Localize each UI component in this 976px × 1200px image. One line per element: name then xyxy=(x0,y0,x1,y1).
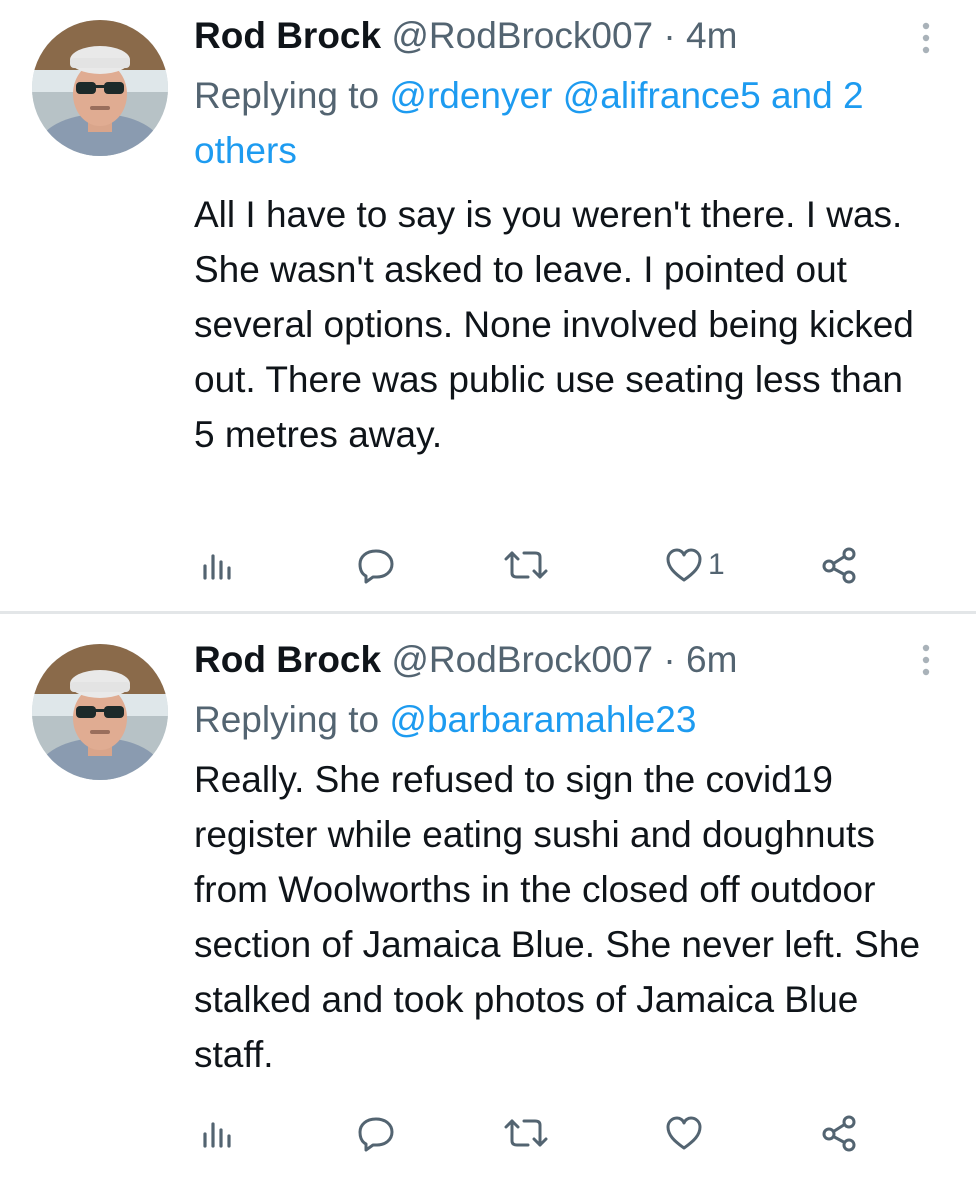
retweet-button[interactable] xyxy=(502,540,550,590)
tweet[interactable]: Rod Brock @RodBrock007 · 4m Replying to … xyxy=(0,0,976,612)
views-button[interactable] xyxy=(200,540,234,590)
timestamp[interactable]: 4m xyxy=(686,15,737,56)
heart-icon xyxy=(666,548,702,582)
replying-to: Replying to @barbaramahle23 xyxy=(194,692,946,747)
mention-link[interactable]: @rdenyer xyxy=(389,75,552,116)
share-button[interactable] xyxy=(820,540,860,590)
share-button[interactable] xyxy=(820,1108,860,1158)
separator: · xyxy=(663,15,676,56)
like-button[interactable] xyxy=(664,1108,704,1158)
avatar[interactable] xyxy=(32,644,168,780)
action-bar: 1 xyxy=(0,540,976,590)
avatar[interactable] xyxy=(32,20,168,156)
replying-to-label: Replying to xyxy=(194,75,380,116)
tweet-text: All I have to say is you weren't there. … xyxy=(194,194,914,455)
mention-link[interactable]: @alifrance5 xyxy=(563,75,761,116)
retweet-icon xyxy=(504,1119,548,1147)
tweet-text: Really. She refused to sign the covid19 … xyxy=(194,759,921,1075)
action-bar xyxy=(0,1108,976,1158)
views-icon xyxy=(203,554,231,580)
replying-to-label: Replying to xyxy=(194,699,380,740)
retweet-button[interactable] xyxy=(502,1108,550,1158)
more-options-icon[interactable] xyxy=(916,640,936,680)
tweet[interactable]: Rod Brock @RodBrock007 · 6m Replying to … xyxy=(0,614,976,1200)
views-button[interactable] xyxy=(200,1108,234,1158)
timestamp[interactable]: 6m xyxy=(686,639,737,680)
reply-icon xyxy=(358,1117,394,1152)
share-icon xyxy=(822,1115,856,1152)
heart-icon xyxy=(666,1116,702,1150)
tweet-header: Rod Brock @RodBrock007 · 4m xyxy=(194,14,737,58)
profile-photo-icon xyxy=(32,20,168,156)
author-handle[interactable]: @RodBrock007 xyxy=(391,639,653,680)
like-count: 1 xyxy=(708,548,725,581)
reply-icon xyxy=(358,549,394,584)
share-icon xyxy=(822,547,856,584)
views-icon xyxy=(203,1122,231,1148)
more-options-icon[interactable] xyxy=(916,18,936,58)
author-name[interactable]: Rod Brock xyxy=(194,15,381,56)
reply-button[interactable] xyxy=(356,1108,396,1158)
like-button[interactable]: 1 xyxy=(664,540,725,590)
replying-to: Replying to @rdenyer @alifrance5 and 2 o… xyxy=(194,68,946,178)
author-handle[interactable]: @RodBrock007 xyxy=(391,15,653,56)
mention-link[interactable]: @barbaramahle23 xyxy=(389,699,696,740)
profile-photo-icon xyxy=(32,644,168,780)
reply-button[interactable] xyxy=(356,540,396,590)
tweet-header: Rod Brock @RodBrock007 · 6m xyxy=(194,638,737,682)
retweet-icon xyxy=(504,551,548,579)
author-name[interactable]: Rod Brock xyxy=(194,639,381,680)
separator: · xyxy=(663,639,676,680)
